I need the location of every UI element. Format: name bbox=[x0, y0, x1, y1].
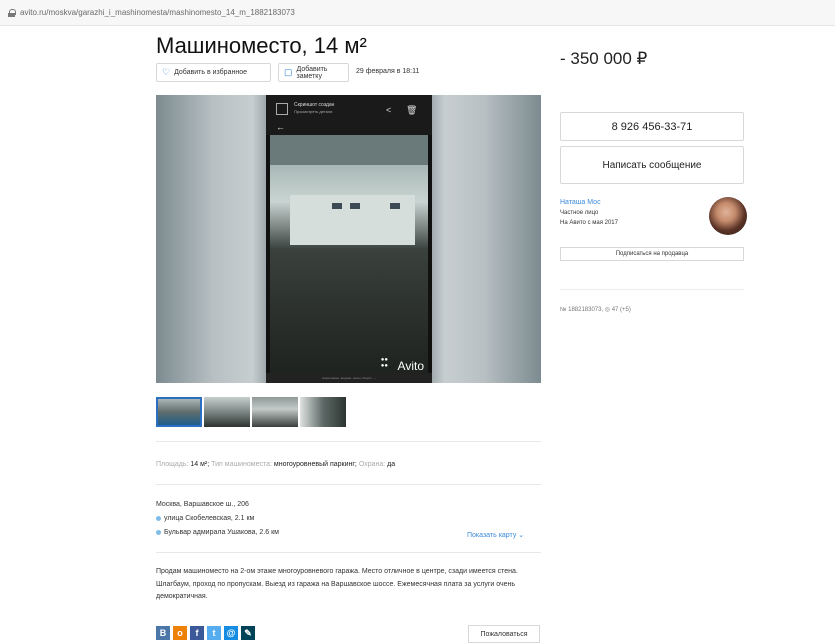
screenshot-header: Скриншот создан Просмотреть детали < 🗑 ← bbox=[266, 95, 432, 135]
avatar[interactable] bbox=[709, 197, 747, 235]
metro-name: Бульвар адмирала Ушакова, 2.6 км bbox=[164, 529, 279, 536]
avito-logo-icon: ●● ●● bbox=[380, 357, 388, 369]
add-to-favorites-button[interactable]: ♡ Добавить в избранное bbox=[156, 63, 271, 82]
add-note-label: Добавить заметку bbox=[296, 65, 328, 80]
garage-ceiling bbox=[270, 135, 428, 165]
screenshot-title: Скриншот создан bbox=[294, 102, 335, 108]
thumbnail[interactable] bbox=[300, 397, 346, 427]
url-text: avito.ru/moskva/garazhi_i_mashinomesta/m… bbox=[20, 8, 295, 17]
add-note-button[interactable]: ▢ Добавить заметку bbox=[278, 63, 349, 82]
facebook-icon[interactable]: f bbox=[190, 626, 204, 640]
photo-thumbnails bbox=[156, 397, 346, 427]
metro-name: улица Скобелевская, 2.1 км bbox=[164, 515, 255, 522]
show-map-link[interactable]: Показать карту ⌄ bbox=[467, 531, 524, 539]
listing-stats: № 1882183073, ◎ 47 (+5) bbox=[560, 307, 631, 313]
screenshot-subtitle: Просмотреть детали bbox=[294, 109, 333, 114]
share-icon: < bbox=[386, 105, 392, 115]
page-title: Машиноместо, 14 м² bbox=[156, 33, 367, 58]
main-photo[interactable]: Скриншот создан Просмотреть детали < 🗑 ←… bbox=[156, 95, 541, 383]
params-line: Площадь: 14 м²; Тип машиноместа: многоур… bbox=[156, 461, 395, 468]
param-label: Тип машиноместа: bbox=[211, 461, 272, 468]
seller-name[interactable]: Наташа Мос bbox=[560, 199, 601, 206]
phone-screenshot: Скриншот создан Просмотреть детали < 🗑 ←… bbox=[266, 95, 432, 383]
image-icon bbox=[276, 103, 288, 115]
divider bbox=[156, 484, 541, 485]
param-label: Охрана: bbox=[358, 461, 386, 468]
wall-window bbox=[332, 203, 342, 209]
write-message-button[interactable]: Написать сообщение bbox=[560, 146, 744, 184]
address-line: Москва, Варшавское ш., 206 bbox=[156, 501, 249, 508]
back-arrow-icon: ← bbox=[276, 122, 285, 132]
thumbnail[interactable] bbox=[156, 397, 202, 427]
metro-icon bbox=[156, 515, 161, 521]
address-bar[interactable]: avito.ru/moskva/garazhi_i_mashinomesta/m… bbox=[0, 0, 835, 26]
description: Продам машиноместо на 2-ом этаже многоур… bbox=[156, 568, 518, 600]
note-icon: ▢ bbox=[284, 67, 293, 77]
param-value: многоуровневый паркинг; bbox=[273, 461, 357, 468]
publish-date: 29 февраля в 18:11 bbox=[356, 68, 420, 75]
param-value: да bbox=[387, 461, 396, 468]
add-to-favorites-label: Добавить в избранное bbox=[174, 69, 247, 76]
divider bbox=[156, 441, 541, 442]
wall-window bbox=[390, 203, 400, 209]
complain-button[interactable]: Пожаловаться bbox=[468, 625, 540, 643]
share-buttons: В о f t @ ✎ bbox=[156, 626, 255, 640]
vk-icon[interactable]: В bbox=[156, 626, 170, 640]
param-value: 14 м²; bbox=[190, 461, 210, 468]
lock-icon bbox=[8, 8, 16, 17]
heart-icon: ♡ bbox=[162, 67, 171, 77]
divider bbox=[560, 289, 744, 290]
lj-icon[interactable]: ✎ bbox=[241, 626, 255, 640]
phone-button[interactable]: 8 926 456-33-71 bbox=[560, 112, 744, 141]
price: - 350 000 ₽ bbox=[560, 49, 648, 68]
address-block: Москва, Варшавское ш., 206 улица Скобеле… bbox=[156, 498, 279, 540]
thumbnail[interactable] bbox=[252, 397, 298, 427]
twitter-icon[interactable]: t bbox=[207, 626, 221, 640]
thumbnail[interactable] bbox=[204, 397, 250, 427]
garage-scene bbox=[270, 135, 428, 373]
divider bbox=[156, 552, 541, 553]
subscribe-button[interactable]: Подписаться на продавца bbox=[560, 247, 744, 261]
seller-since: На Авито с мая 2017 bbox=[560, 220, 618, 226]
screenshot-footer: Нарисовано, видимо, много общего ⋯ bbox=[266, 373, 432, 383]
param-label: Площадь: bbox=[156, 461, 189, 468]
seller-type: Частное лицо bbox=[560, 210, 599, 216]
ok-icon[interactable]: о bbox=[173, 626, 187, 640]
wall-window bbox=[350, 203, 360, 209]
avito-watermark: Avito bbox=[397, 359, 424, 373]
metro-item: улица Скобелевская, 2.1 км bbox=[156, 512, 279, 526]
mail-icon[interactable]: @ bbox=[224, 626, 238, 640]
trash-icon: 🗑 bbox=[406, 105, 418, 115]
metro-item: Бульвар адмирала Ушакова, 2.6 км bbox=[156, 526, 279, 540]
metro-icon bbox=[156, 529, 161, 535]
